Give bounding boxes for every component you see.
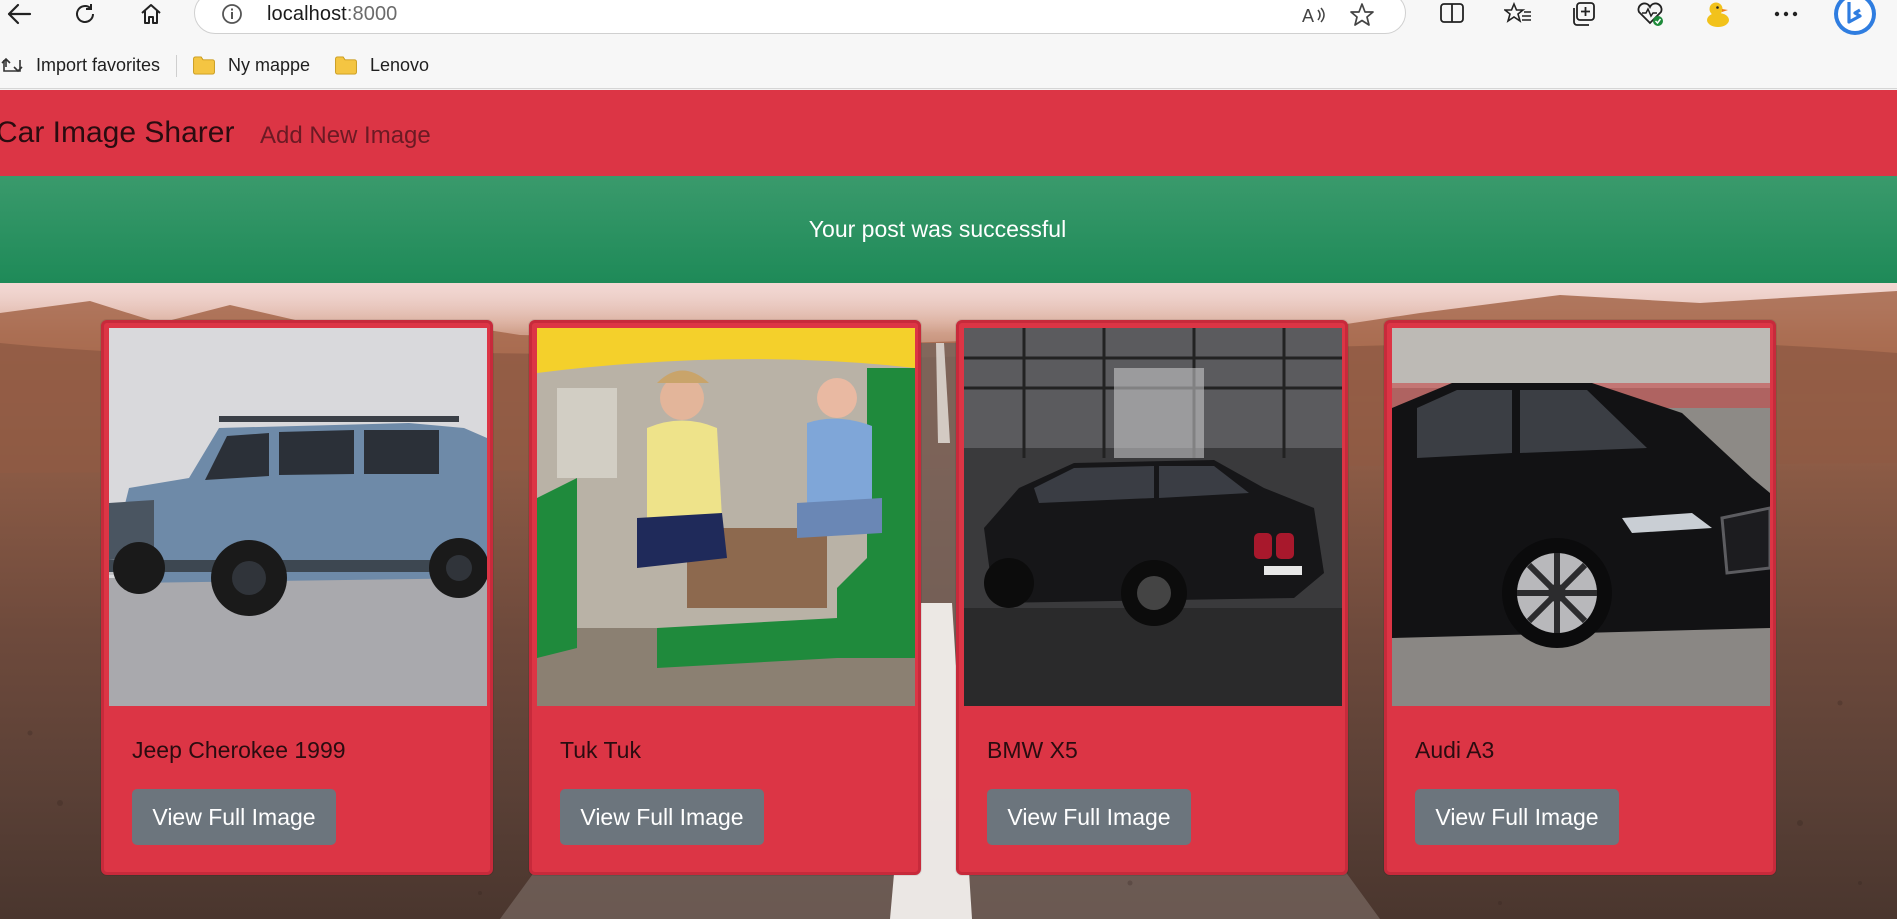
folder-icon — [193, 55, 215, 75]
car-card-tuk-tuk: Tuk Tuk View Full Image — [529, 320, 921, 875]
favorites-divider — [176, 55, 177, 77]
brand-link[interactable]: Car Image Sharer — [0, 116, 234, 150]
view-full-image-button[interactable]: View Full Image — [132, 789, 336, 845]
favorites-bar: Import favorites Ny mappe Lenovo — [0, 44, 1897, 89]
svg-text:A: A — [1302, 6, 1314, 26]
home-icon[interactable] — [134, 0, 168, 28]
read-aloud-icon[interactable]: A — [1299, 1, 1329, 29]
success-alert: Your post was successful — [0, 176, 1897, 283]
car-image-jeep[interactable] — [109, 328, 487, 706]
more-options-icon[interactable] — [1768, 0, 1804, 28]
bing-copilot-icon[interactable] — [1832, 0, 1878, 36]
app-navbar: Car Image Sharer Add New Image — [0, 90, 1897, 176]
favorite-folder-ny-mappe[interactable]: Ny mappe — [192, 50, 310, 80]
add-new-image-link[interactable]: Add New Image — [260, 122, 431, 150]
favorite-star-icon[interactable] — [1347, 1, 1377, 29]
favorite-label: Import favorites — [36, 54, 161, 75]
car-card-audi: Audi A3 View Full Image — [1384, 320, 1776, 875]
duck-extension-icon[interactable] — [1700, 0, 1736, 28]
car-image-bmw[interactable] — [964, 328, 1342, 706]
car-title: Jeep Cherokee 1999 — [132, 737, 346, 763]
favorites-list-icon[interactable] — [1500, 0, 1536, 28]
browser-essentials-icon[interactable] — [1632, 0, 1668, 28]
refresh-icon[interactable] — [68, 0, 102, 28]
car-title: Tuk Tuk — [560, 737, 641, 763]
site-info-icon[interactable] — [221, 3, 243, 25]
browser-toolbar: localhost:8000 A — [0, 0, 1897, 44]
url-text[interactable]: localhost:8000 — [267, 3, 397, 26]
collections-icon[interactable] — [1566, 0, 1602, 28]
car-card-bmw: BMW X5 View Full Image — [956, 320, 1348, 875]
favorite-label: Ny mappe — [228, 54, 311, 75]
view-full-image-button[interactable]: View Full Image — [560, 789, 764, 845]
car-title: BMW X5 — [987, 737, 1078, 763]
import-icon — [1, 57, 23, 73]
view-full-image-button[interactable]: View Full Image — [987, 789, 1191, 845]
folder-icon — [335, 55, 357, 75]
split-screen-icon[interactable] — [1434, 0, 1470, 28]
favorite-import[interactable]: Import favorites — [0, 50, 160, 80]
address-bar[interactable]: localhost:8000 A — [194, 0, 1406, 34]
alert-message: Your post was successful — [808, 216, 1067, 242]
favorite-label: Lenovo — [370, 54, 430, 75]
car-title: Audi A3 — [1415, 737, 1495, 763]
favorite-folder-lenovo[interactable]: Lenovo — [334, 50, 429, 80]
car-image-audi[interactable] — [1392, 328, 1770, 706]
back-icon[interactable] — [2, 0, 36, 28]
car-card-jeep: Jeep Cherokee 1999 View Full Image — [101, 320, 493, 875]
view-full-image-button[interactable]: View Full Image — [1415, 789, 1619, 845]
car-image-tuk-tuk[interactable] — [537, 328, 915, 706]
